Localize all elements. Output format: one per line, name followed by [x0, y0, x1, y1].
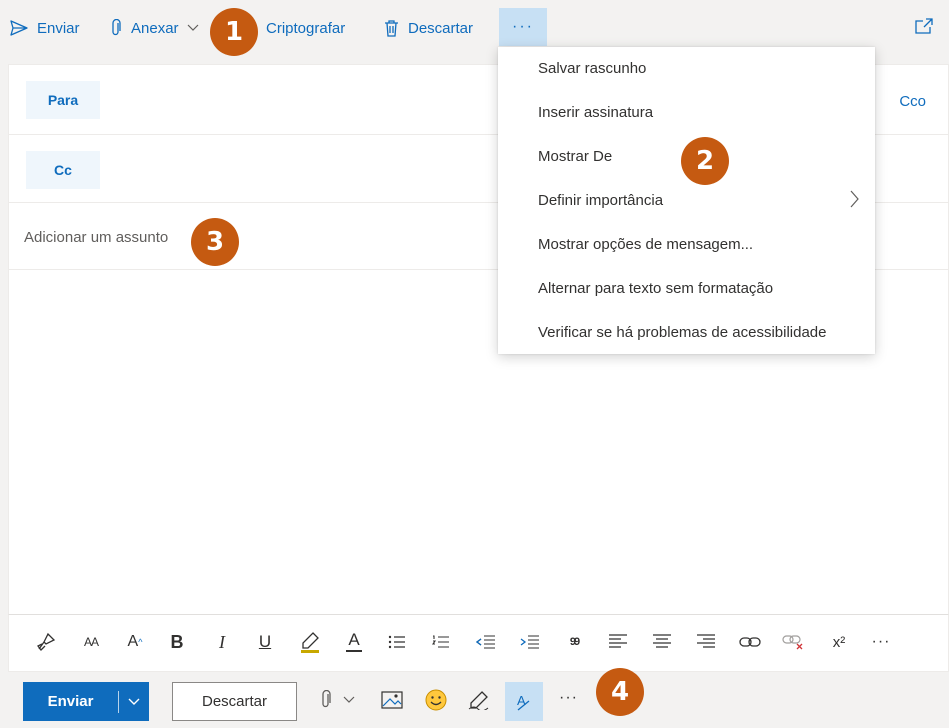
- more-options-button[interactable]: ···: [499, 8, 547, 46]
- menu-item-message-options[interactable]: Mostrar opções de mensagem...: [538, 236, 753, 253]
- attach-toolbar-label: Anexar: [131, 19, 179, 37]
- to-button[interactable]: Para: [26, 81, 100, 119]
- link-icon[interactable]: [738, 630, 762, 654]
- action-bar: Enviar Descartar A ···: [8, 672, 949, 728]
- cc-button[interactable]: Cc: [26, 151, 100, 189]
- discard-toolbar-label: Descartar: [408, 19, 474, 37]
- discard-button-label: Descartar: [201, 693, 268, 710]
- callout-2-number: 2: [695, 146, 715, 176]
- callout-1-number: 1: [224, 17, 244, 47]
- font-color-glyph: A: [348, 630, 360, 649]
- more-options-menu: Salvar rascunho Inserir assinatura Mostr…: [498, 47, 875, 354]
- popout-icon: [915, 18, 933, 34]
- decrease-indent-icon[interactable]: [475, 630, 497, 654]
- format-painter-icon[interactable]: [35, 630, 57, 654]
- encrypt-toolbar-button[interactable]: Criptografar: [266, 10, 345, 46]
- font-color-icon[interactable]: A: [344, 630, 364, 654]
- more-formatting-glyph: ···: [871, 633, 891, 650]
- send-options-chevron-icon[interactable]: [119, 698, 149, 706]
- align-center-icon[interactable]: [651, 630, 673, 654]
- menu-item-save-draft[interactable]: Salvar rascunho: [538, 60, 646, 77]
- to-label: Para: [47, 92, 79, 108]
- more-actions-icon[interactable]: ···: [559, 689, 578, 707]
- insert-picture-icon[interactable]: [381, 691, 403, 709]
- more-options-label: ···: [512, 18, 534, 35]
- font-size-glyph: AA: [83, 635, 99, 649]
- more-formatting-icon[interactable]: ···: [869, 630, 893, 654]
- menu-item-plain-text[interactable]: Alternar para texto sem formatação: [538, 280, 773, 297]
- subject-input[interactable]: Adicionar um assunto: [24, 229, 168, 246]
- callout-badge-1: 1: [210, 8, 258, 56]
- callout-badge-4: 4: [596, 668, 644, 716]
- popout-button[interactable]: [915, 18, 933, 37]
- attach-chevron-down-icon[interactable]: [343, 696, 355, 704]
- quote-icon[interactable]: 99: [564, 630, 584, 654]
- signature-pen-icon[interactable]: [468, 690, 490, 710]
- bcc-link[interactable]: Cco: [899, 93, 926, 110]
- font-size-icon[interactable]: AA: [79, 630, 103, 654]
- send-button[interactable]: Enviar: [23, 682, 149, 721]
- menu-item-insert-signature[interactable]: Inserir assinatura: [538, 104, 653, 121]
- superscript-glyph: x²: [832, 633, 846, 651]
- underline-glyph: U: [258, 632, 272, 651]
- chevron-right-icon: [850, 190, 859, 208]
- bullets-icon[interactable]: [387, 630, 407, 654]
- callout-3-number: 3: [205, 227, 225, 257]
- highlight-icon[interactable]: [299, 630, 321, 654]
- svg-text:A: A: [517, 693, 526, 708]
- italic-glyph: I: [219, 631, 225, 652]
- menu-item-accessibility-check[interactable]: Verificar se há problemas de acessibilid…: [538, 324, 827, 341]
- discard-toolbar-button[interactable]: Descartar: [384, 10, 473, 46]
- editor-icon[interactable]: A: [505, 682, 543, 721]
- send-toolbar-label: Enviar: [37, 19, 80, 37]
- remove-link-icon: [781, 630, 805, 654]
- discard-button[interactable]: Descartar: [172, 682, 297, 721]
- attach-icon[interactable]: [320, 690, 332, 710]
- send-icon: [10, 20, 28, 36]
- send-toolbar-button[interactable]: Enviar: [10, 10, 80, 46]
- more-actions-glyph: ···: [559, 689, 578, 706]
- increase-indent-icon[interactable]: [519, 630, 541, 654]
- callout-badge-3: 3: [191, 218, 239, 266]
- attach-toolbar-button[interactable]: Anexar: [110, 10, 208, 46]
- numbering-icon[interactable]: [431, 630, 451, 654]
- emoji-icon[interactable]: [425, 689, 447, 711]
- menu-item-set-importance[interactable]: Definir importância: [538, 192, 663, 209]
- caret-up-icon: ^: [138, 637, 143, 647]
- italic-icon[interactable]: I: [212, 630, 232, 654]
- superscript-icon[interactable]: x²: [828, 630, 850, 654]
- cc-label: Cc: [54, 162, 72, 178]
- grow-font-icon[interactable]: A ^: [123, 630, 147, 654]
- align-left-icon[interactable]: [607, 630, 629, 654]
- menu-item-show-from[interactable]: Mostrar De: [538, 148, 612, 165]
- send-button-label: Enviar: [47, 693, 94, 710]
- callout-badge-2: 2: [681, 137, 729, 185]
- encrypt-toolbar-label: Criptografar: [266, 19, 346, 37]
- trash-icon: [385, 19, 398, 37]
- formatting-toolbar: AA A ^ B I U A 99 x² ···: [8, 614, 949, 672]
- chevron-down-icon[interactable]: [187, 24, 199, 32]
- bold-glyph: B: [170, 631, 184, 652]
- underline-icon[interactable]: U: [255, 630, 275, 654]
- font-color-bar: [346, 650, 362, 652]
- grow-font-glyph: A: [127, 633, 139, 650]
- callout-4-number: 4: [610, 677, 630, 707]
- bold-icon[interactable]: B: [167, 630, 187, 654]
- quote-glyph: 99: [569, 636, 580, 648]
- align-right-icon[interactable]: [695, 630, 717, 654]
- paperclip-icon: [112, 19, 121, 36]
